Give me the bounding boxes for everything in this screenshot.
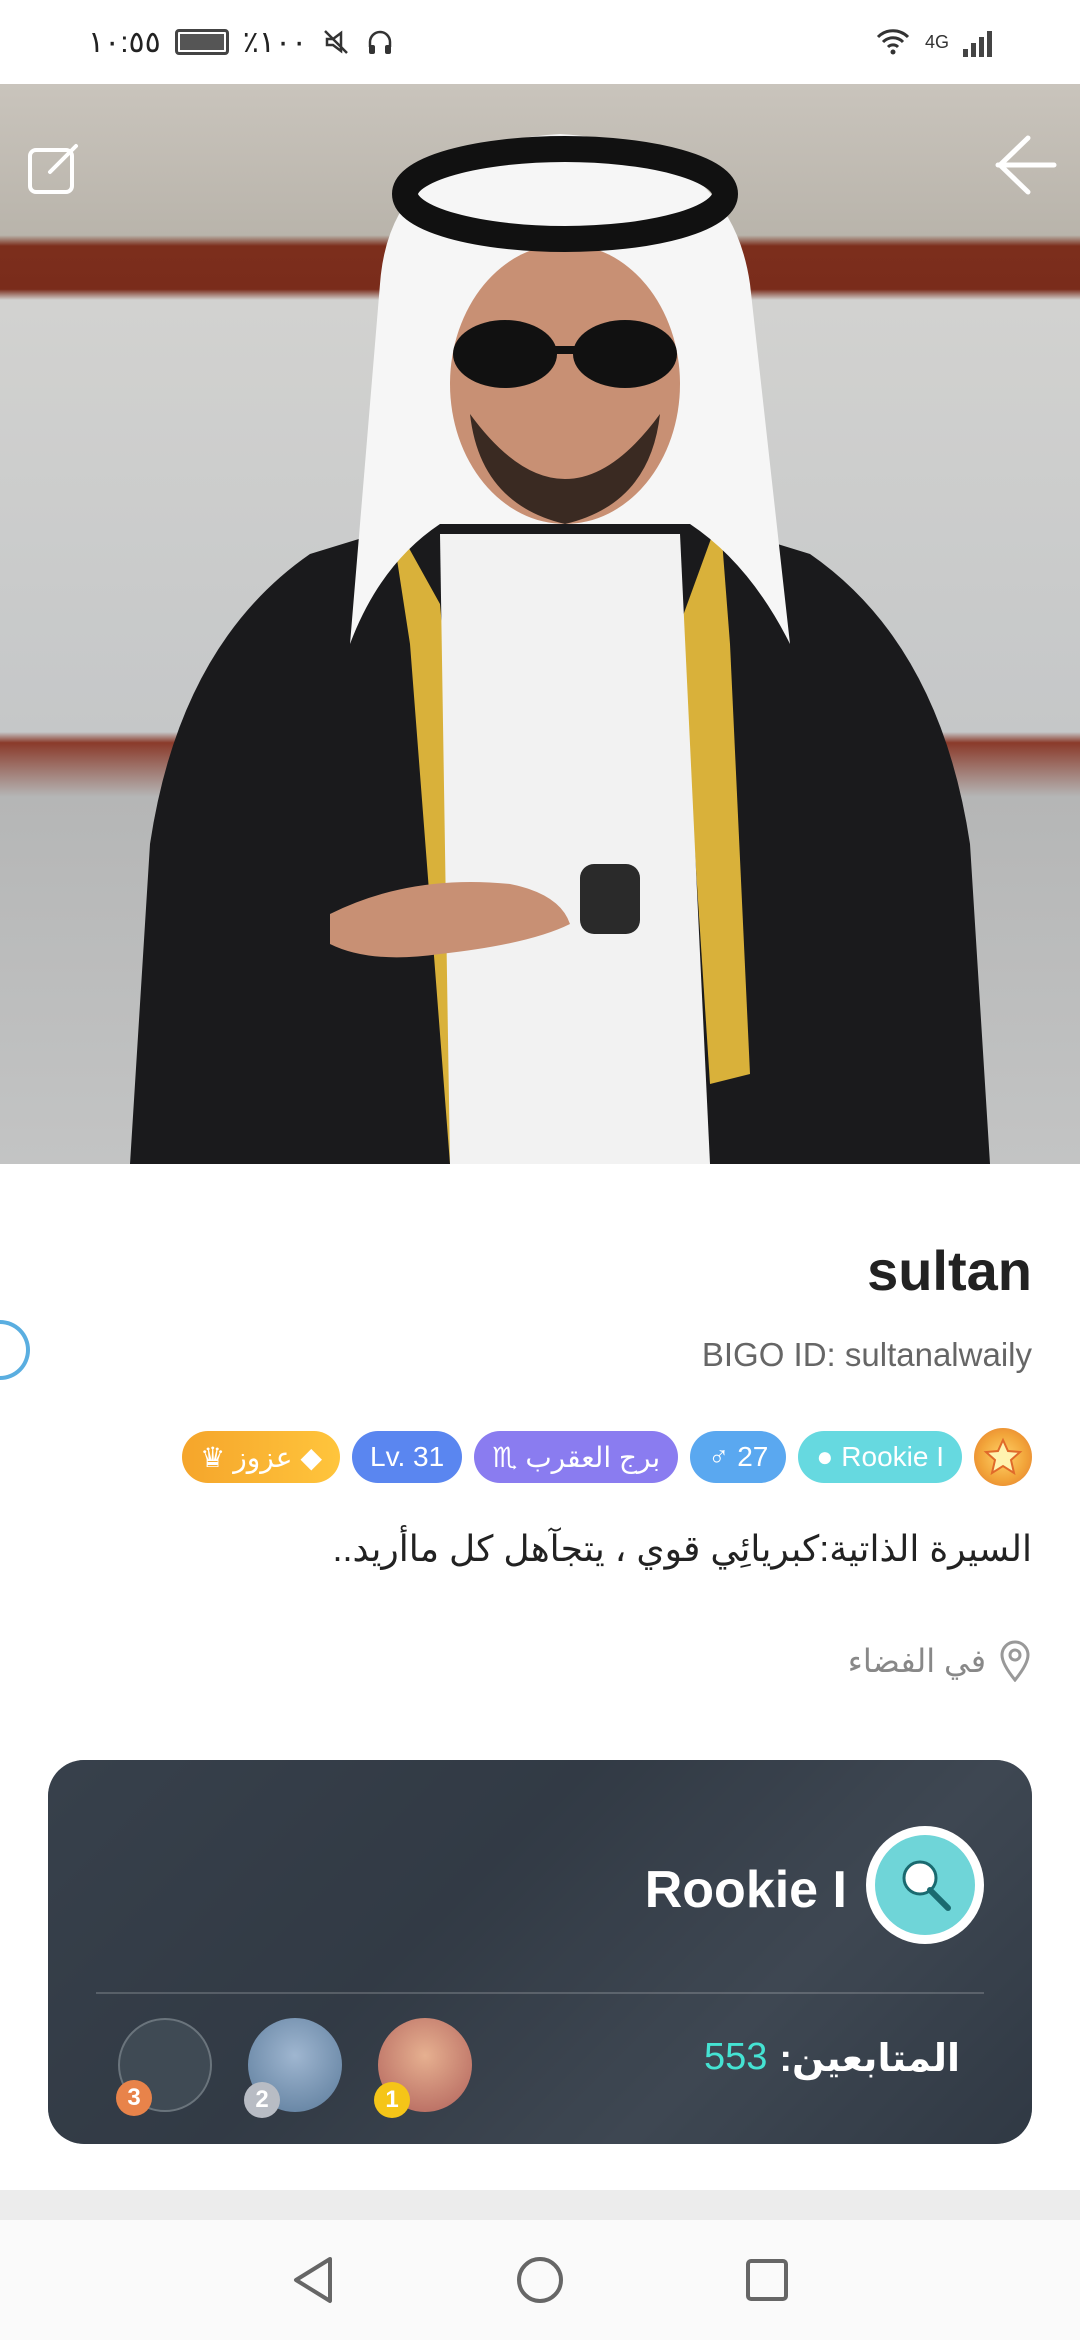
fan-avatar-2[interactable]: 2 <box>244 2018 342 2118</box>
fan-avatar-3[interactable]: 3 <box>116 2018 212 2116</box>
followers-label: المتابعين: <box>779 2038 960 2080</box>
status-left: ١٠:٥٥ ٪١٠٠ <box>88 25 395 60</box>
nav-home-icon[interactable] <box>513 2253 567 2307</box>
nav-recents-icon[interactable] <box>740 2253 794 2307</box>
location-pin-icon <box>1000 1640 1030 1682</box>
crest-badge[interactable] <box>974 1428 1032 1486</box>
nav-back-icon[interactable] <box>286 2253 340 2307</box>
signal-icon <box>963 27 992 57</box>
arrow-right-icon <box>995 135 1057 195</box>
age-badge-label: 27 <box>737 1441 769 1472</box>
crown-icon: ♛ <box>200 1441 226 1473</box>
fan-rank-2: 2 <box>244 2082 280 2118</box>
fan-rank-3: 3 <box>116 2080 152 2116</box>
rookie-card[interactable]: Rookie I المتابعين: 553 3 2 1 <box>48 1760 1032 2144</box>
rookie-card-title: Rookie I <box>644 1861 847 1919</box>
status-right: 4G <box>875 27 992 57</box>
back-button[interactable] <box>992 130 1062 200</box>
microphone-icon <box>902 1860 951 1911</box>
rookie-badge-label: Rookie I <box>841 1441 944 1472</box>
level-badge-label: Lv. 31 <box>370 1441 445 1472</box>
family-badge-label: عزوز <box>233 1441 293 1473</box>
fan-rank-1: 1 <box>374 2082 410 2118</box>
bigo-id[interactable]: BIGO ID: sultanalwaily <box>702 1336 1032 1374</box>
edit-button[interactable] <box>18 134 88 204</box>
navigation-bar <box>0 2220 1080 2340</box>
scorpio-icon: ♏ <box>492 1441 518 1473</box>
crest-icon <box>983 1437 1023 1476</box>
card-divider <box>96 1992 984 1994</box>
profile-photo-figure <box>130 134 990 1164</box>
zodiac-badge-label: برج العقرب <box>525 1441 661 1473</box>
headphones-icon <box>369 30 392 54</box>
zodiac-badge[interactable]: ♏ برج العقرب <box>474 1431 679 1483</box>
followers-row[interactable]: المتابعين: 553 <box>704 2036 960 2081</box>
battery-icon <box>174 29 229 55</box>
profile-photo[interactable] <box>0 84 1080 1164</box>
level-badge[interactable]: Lv. 31 <box>352 1431 463 1483</box>
profile-name: sultan <box>867 1239 1032 1302</box>
rookie-badge[interactable]: ● Rookie I <box>798 1431 962 1483</box>
male-icon: ♂ <box>708 1441 730 1472</box>
network-label: 4G <box>924 31 949 52</box>
badge-row: ● Rookie I ♂ 27 ♏ برج العقرب Lv. 31 ♛ عز… <box>182 1428 1032 1486</box>
battery-percent: ٪١٠٠ <box>242 25 308 59</box>
top-fans: 3 2 1 <box>116 2018 472 2118</box>
location-text: في الفضاء <box>847 1643 986 1679</box>
microphone-icon: ● <box>816 1441 834 1472</box>
followers-count: 553 <box>703 2036 768 2078</box>
profile-bio: السيرة الذاتية:كبريائِي قوي ، يتجآهل كل … <box>332 1528 1032 1569</box>
side-headphones-tab[interactable] <box>0 1320 30 1380</box>
wifi-icon <box>876 29 910 55</box>
location-row: في الفضاء <box>848 1640 1032 1682</box>
status-bar: ١٠:٥٥ ٪١٠٠ 4G <box>0 0 1080 84</box>
edit-icon <box>28 144 78 194</box>
family-badge[interactable]: ♛ عزوز ◆ <box>182 1431 340 1483</box>
mute-icon <box>324 30 349 54</box>
diamond-icon: ◆ <box>300 1441 322 1473</box>
status-time: ١٠:٥٥ <box>88 25 161 59</box>
age-badge[interactable]: ♂ 27 <box>690 1431 787 1483</box>
rookie-card-icon <box>866 1826 984 1944</box>
fan-avatar-1[interactable]: 1 <box>374 2018 472 2118</box>
bottom-separator <box>0 2190 1080 2220</box>
